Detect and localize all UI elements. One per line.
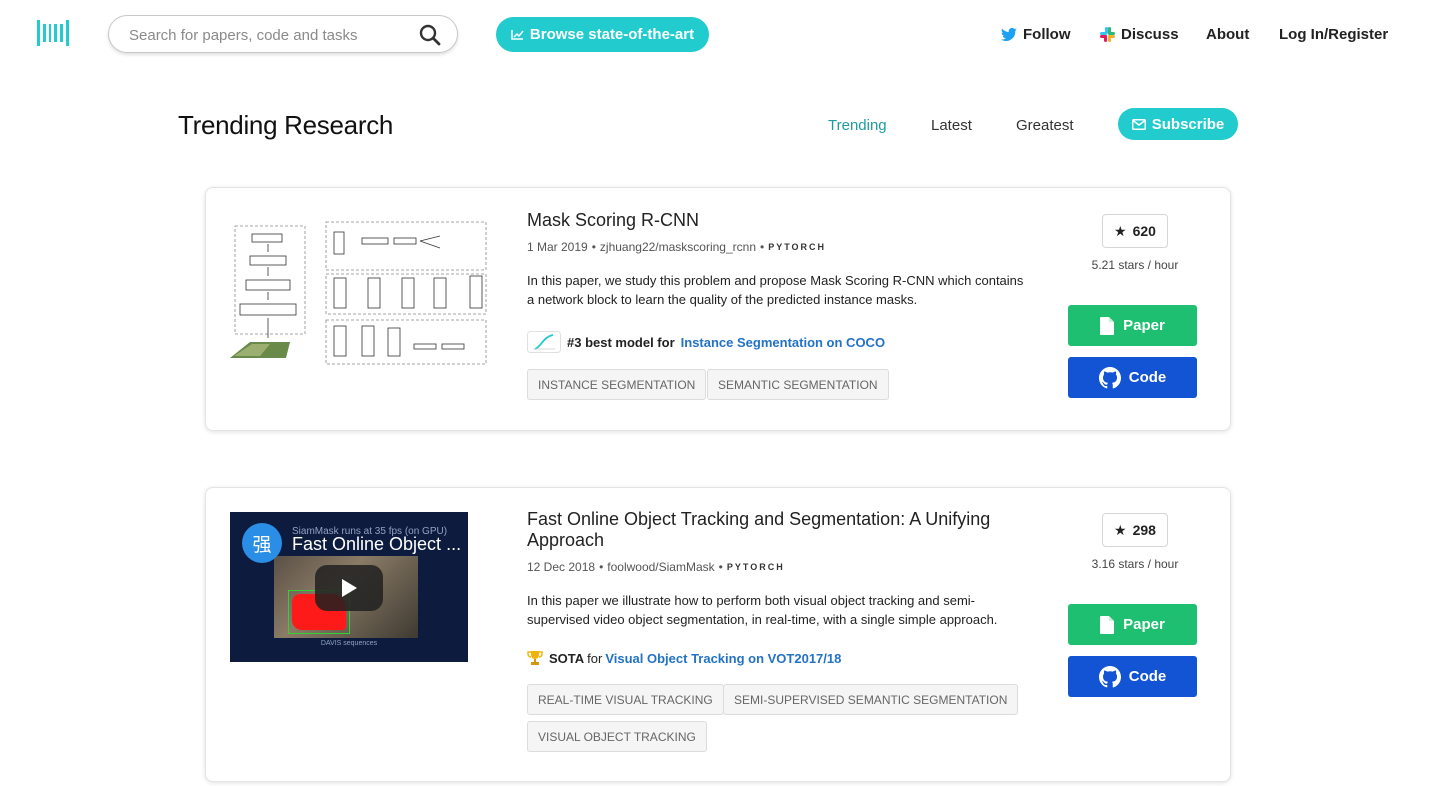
search-input[interactable] <box>129 24 409 46</box>
task-tag[interactable]: SEMANTIC SEGMENTATION <box>707 369 889 400</box>
sota-label: SOTA <box>549 650 585 666</box>
search-icon[interactable] <box>419 24 441 46</box>
follow-label: Follow <box>1023 26 1071 43</box>
envelope-icon <box>1131 118 1146 130</box>
twitter-icon <box>1001 28 1017 41</box>
paper-meta: 12 Dec 2018 • foolwood/SiamMask • PYTORC… <box>527 560 785 574</box>
github-icon <box>1098 665 1121 687</box>
tab-trending[interactable]: Trending <box>828 117 887 134</box>
sota-rank: #3 best model for <box>567 334 675 350</box>
chart-icon <box>511 30 524 40</box>
pytorch-logo: PYTORCH <box>726 562 785 572</box>
stars-value: 620 <box>1132 223 1156 239</box>
repo-link[interactable]: zjhuang22/maskscoring_rcnn <box>600 240 756 254</box>
star-icon: ★ <box>1114 222 1127 239</box>
sota-for: for <box>587 650 603 666</box>
meta-separator: • <box>760 240 765 254</box>
tab-latest[interactable]: Latest <box>931 117 972 134</box>
file-icon <box>1100 615 1115 634</box>
sota-line: SOTA for Visual Object Tracking on VOT20… <box>527 650 841 666</box>
paper-button[interactable]: Paper <box>1068 604 1197 645</box>
video-title: Fast Online Object ... <box>292 534 462 554</box>
paper-meta: 1 Mar 2019 • zjhuang22/maskscoring_rcnn … <box>527 240 826 254</box>
tab-greatest[interactable]: Greatest <box>1016 117 1074 134</box>
sota-task-link[interactable]: Instance Segmentation on COCO <box>681 335 885 350</box>
task-tag[interactable]: VISUAL OBJECT TRACKING <box>527 721 707 752</box>
meta-separator: • <box>591 240 596 254</box>
task-tag[interactable]: INSTANCE SEGMENTATION <box>527 369 707 400</box>
star-icon: ★ <box>1114 521 1127 538</box>
subscribe-label: Subscribe <box>1151 115 1225 133</box>
video-channel-avatar: 强 <box>242 523 282 563</box>
video-thumbnail[interactable]: SiamMask runs at 35 fps (on GPU) 强 Fast … <box>230 512 468 662</box>
sota-line: #3 best model for Instance Segmentation … <box>527 331 885 353</box>
repo-link[interactable]: foolwood/SiamMask <box>607 560 714 574</box>
code-button[interactable]: Code <box>1068 656 1197 697</box>
stars-value: 298 <box>1132 522 1156 538</box>
stars-rate: 5.21 stars / hour <box>1091 258 1179 272</box>
pytorch-logo: PYTORCH <box>768 242 827 252</box>
about-label: About <box>1206 26 1250 43</box>
github-icon <box>1098 366 1121 388</box>
login-register-label: Log In/Register <box>1279 26 1389 43</box>
subscribe-button[interactable]: Subscribe <box>1118 108 1238 140</box>
discuss-label: Discuss <box>1121 26 1179 43</box>
about-link[interactable]: About <box>1206 26 1249 43</box>
login-register-link[interactable]: Log In/Register <box>1279 26 1388 43</box>
task-tag[interactable]: SEMI-SUPERVISED SEMANTIC SEGMENTATION <box>723 684 1019 715</box>
code-button[interactable]: Code <box>1068 357 1197 398</box>
top-navbar: Browse state-of-the-art Follow Discuss A… <box>0 0 1437 70</box>
papers-with-code-logo[interactable] <box>37 20 69 46</box>
sota-task-link[interactable]: Visual Object Tracking on VOT2017/18 <box>605 651 841 666</box>
meta-separator: • <box>599 560 604 574</box>
file-icon <box>1100 316 1115 335</box>
play-icon[interactable] <box>315 565 383 611</box>
discuss-link[interactable]: Discuss <box>1100 26 1179 43</box>
browse-sota-label: Browse state-of-the-art <box>529 26 695 43</box>
task-tag[interactable]: REAL-TIME VISUAL TRACKING <box>527 684 724 715</box>
paper-button-label: Paper <box>1123 616 1165 633</box>
paper-title[interactable]: Fast Online Object Tracking and Segmenta… <box>527 509 1027 551</box>
video-caption: DAVIS sequences <box>320 640 378 647</box>
paper-abstract: In this paper, we study this problem and… <box>527 273 1024 307</box>
stars-rate: 3.16 stars / hour <box>1091 557 1179 571</box>
code-button-label: Code <box>1128 668 1167 685</box>
paper-button[interactable]: Paper <box>1068 305 1197 346</box>
browse-sota-button[interactable]: Browse state-of-the-art <box>496 17 709 52</box>
search-bar <box>108 15 458 53</box>
paper-button-label: Paper <box>1123 317 1165 334</box>
paper-abstract: In this paper we illustrate how to perfo… <box>527 593 998 627</box>
paper-title[interactable]: Mask Scoring R-CNN <box>527 210 1027 231</box>
page-title: Trending Research <box>178 110 394 140</box>
leaderboard-chart-icon <box>527 331 561 353</box>
stars-count[interactable]: ★ 620 <box>1102 214 1168 248</box>
paper-thumbnail[interactable] <box>230 218 490 368</box>
paper-card: SiamMask runs at 35 fps (on GPU) 强 Fast … <box>205 487 1231 782</box>
paper-date: 12 Dec 2018 <box>527 560 596 574</box>
paper-card: Mask Scoring R-CNN 1 Mar 2019 • zjhuang2… <box>205 187 1231 431</box>
paper-date: 1 Mar 2019 <box>527 240 588 254</box>
slack-icon <box>1100 27 1115 42</box>
code-button-label: Code <box>1128 369 1167 386</box>
meta-separator: • <box>718 560 723 574</box>
trophy-icon <box>527 651 543 665</box>
follow-link[interactable]: Follow <box>1001 26 1071 43</box>
stars-count[interactable]: ★ 298 <box>1102 513 1168 547</box>
